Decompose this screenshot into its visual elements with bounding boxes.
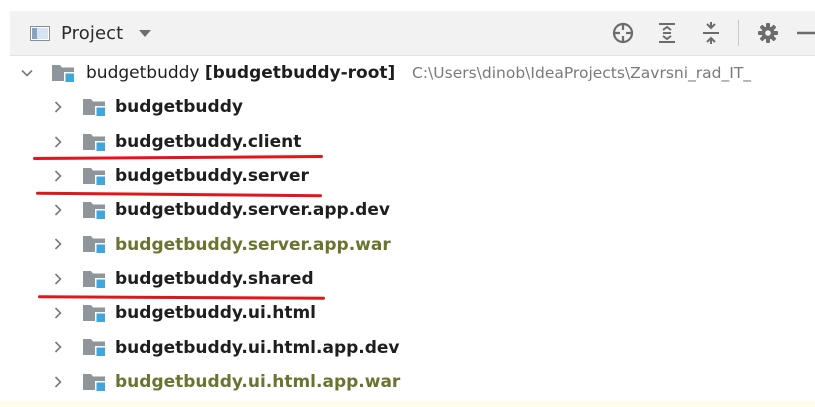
project-tool-window: Project budgetbuddy [budgetbuddy-root] C… <box>0 0 815 407</box>
minimize-icon <box>797 31 815 35</box>
toolbar-separator <box>738 20 739 46</box>
project-tree: budgetbuddy [budgetbuddy-root] C:\Users\… <box>0 56 815 399</box>
root-name: budgetbuddy <box>86 63 200 84</box>
module-folder-icon <box>83 200 106 221</box>
tree-item-row[interactable]: budgetbuddy.server.app.dev <box>0 193 815 227</box>
dropdown-arrow-icon <box>139 29 152 37</box>
toolbar-actions <box>594 11 815 55</box>
module-folder-icon <box>83 166 106 186</box>
minimize-button[interactable] <box>795 18 815 48</box>
tree-item-row[interactable]: budgetbuddy.ui.html.app.dev <box>0 330 815 364</box>
tree-item-label: budgetbuddy <box>115 97 243 118</box>
module-folder-icon <box>83 372 106 392</box>
module-folder-icon <box>83 269 106 289</box>
module-folder-icon <box>83 337 106 358</box>
chevron-right-icon[interactable] <box>52 273 64 285</box>
locate-icon <box>612 22 634 44</box>
chevron-right-icon[interactable] <box>52 238 64 251</box>
chevron-right-icon[interactable] <box>52 204 64 216</box>
module-folder-icon <box>83 97 106 118</box>
module-folder-icon <box>52 63 75 83</box>
chevron-down-icon[interactable] <box>21 67 33 79</box>
root-label: budgetbuddy [budgetbuddy-root] <box>86 63 395 83</box>
module-folder-icon <box>83 234 106 255</box>
tree-item-label: budgetbuddy.shared <box>115 268 314 289</box>
tree-item-row[interactable]: budgetbuddy.ui.html <box>0 296 815 330</box>
tree-item-label: budgetbuddy.ui.html.app.dev <box>115 337 400 358</box>
view-label: Project <box>61 22 124 44</box>
module-folder-icon <box>83 132 106 152</box>
chevron-right-icon[interactable] <box>52 307 64 319</box>
expand-all-button[interactable] <box>652 18 682 48</box>
tree-item-label: budgetbuddy.server.app.war <box>115 234 391 255</box>
root-path: C:\Users\dinob\IdeaProjects\Zavrsni_rad_… <box>412 64 752 83</box>
tree-item-label: budgetbuddy.server <box>115 166 309 187</box>
chevron-right-icon[interactable] <box>52 376 64 388</box>
chevron-right-icon[interactable] <box>52 136 64 148</box>
project-view-icon <box>30 25 50 41</box>
gear-icon <box>758 23 778 43</box>
tree-item-label: budgetbuddy.ui.html <box>115 303 317 324</box>
tree-item-row[interactable]: budgetbuddy.ui.html.app.war <box>0 365 815 399</box>
tree-item-row[interactable]: budgetbuddy <box>0 90 815 124</box>
chevron-right-icon[interactable] <box>52 341 64 353</box>
tree-item-label: budgetbuddy.server.app.dev <box>115 200 390 221</box>
settings-button[interactable] <box>753 18 783 48</box>
view-selector[interactable]: Project <box>30 20 152 46</box>
bottom-strip <box>0 401 815 407</box>
locate-button[interactable] <box>608 18 638 48</box>
root-module-name: [budgetbuddy-root] <box>204 63 396 84</box>
tree-item-row[interactable]: budgetbuddy.shared <box>0 262 815 296</box>
chevron-right-icon[interactable] <box>52 101 64 113</box>
module-folder-icon <box>83 303 106 324</box>
collapse-all-button[interactable] <box>696 18 726 48</box>
tree-item-label: budgetbuddy.client <box>115 131 302 152</box>
tree-root-row[interactable]: budgetbuddy [budgetbuddy-root] C:\Users\… <box>0 56 815 90</box>
tree-item-row[interactable]: budgetbuddy.server <box>0 159 815 193</box>
chevron-right-icon[interactable] <box>52 170 64 182</box>
tree-item-label: budgetbuddy.ui.html.app.war <box>115 371 401 392</box>
expand-all-icon <box>659 23 675 43</box>
collapse-all-icon <box>703 22 719 44</box>
project-toolbar: Project <box>10 11 815 56</box>
tree-item-row[interactable]: budgetbuddy.client <box>0 125 815 159</box>
tree-item-row[interactable]: budgetbuddy.server.app.war <box>0 227 815 261</box>
